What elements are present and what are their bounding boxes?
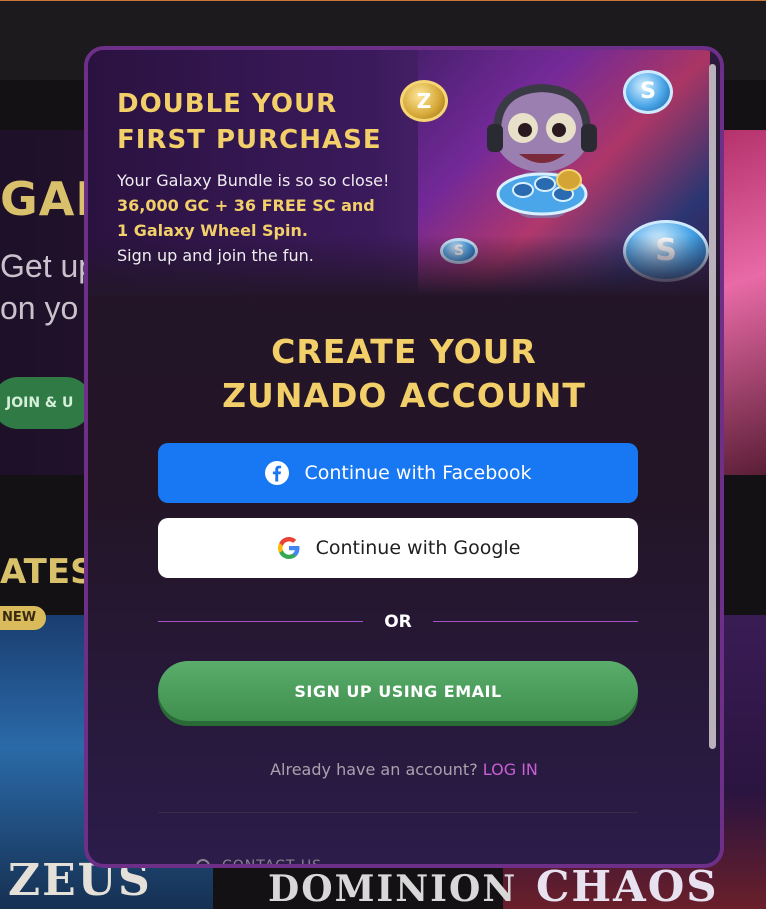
chat-icon	[196, 859, 210, 864]
signup-modal: Z S S S DOUBLE YOUR FIRST PURCHASE Your …	[84, 46, 724, 868]
google-icon	[276, 535, 302, 561]
game-title-dominion: DOMINION	[268, 868, 518, 909]
promo-highlight: 36,000 GC + 36 FREE SC and	[117, 196, 375, 215]
facebook-icon	[264, 460, 290, 486]
heading-line: ZUNADO ACCOUNT	[222, 376, 586, 415]
contact-us-link[interactable]: CONTACT US	[196, 858, 322, 868]
divider-line	[433, 621, 638, 622]
promo-description: Your Galaxy Bundle is so so close! 36,00…	[117, 168, 427, 268]
promo-highlight: 1 Galaxy Wheel Spin.	[117, 221, 308, 240]
facebook-button-label: Continue with Facebook	[304, 462, 532, 484]
promo-line: Sign up and join the fun.	[117, 246, 314, 265]
hero-join-button[interactable]: JOIN & U	[0, 377, 92, 429]
contact-label: CONTACT US	[222, 858, 322, 868]
google-button-label: Continue with Google	[315, 537, 521, 559]
modal-scrollbar[interactable]	[709, 64, 716, 749]
heading-line: CREATE YOUR	[271, 332, 537, 371]
footer-divider	[158, 812, 638, 813]
game-title-chaos: CHAOS	[536, 862, 719, 909]
alien-mascot-icon	[487, 83, 597, 218]
promo-line: Your Galaxy Bundle is so so close!	[117, 171, 390, 190]
continue-with-google-button[interactable]: Continue with Google	[158, 518, 638, 578]
login-prompt: Already have an account? LOG IN	[88, 759, 720, 781]
or-label: OR	[384, 612, 412, 632]
continue-with-facebook-button[interactable]: Continue with Facebook	[158, 443, 638, 503]
or-divider: OR	[158, 610, 638, 634]
modal-heading: CREATE YOUR ZUNADO ACCOUNT	[88, 330, 720, 418]
promo-title: DOUBLE YOUR FIRST PURCHASE	[117, 89, 382, 155]
log-in-link[interactable]: LOG IN	[483, 760, 538, 779]
sign-up-email-button[interactable]: SIGN UP USING EMAIL	[158, 661, 638, 721]
login-prompt-text: Already have an account?	[270, 760, 478, 779]
new-badge: NEW	[0, 606, 46, 630]
promo-banner: Z S S S DOUBLE YOUR FIRST PURCHASE Your …	[88, 50, 720, 295]
sweeps-coin-icon: S	[623, 70, 673, 114]
divider-line	[158, 621, 363, 622]
